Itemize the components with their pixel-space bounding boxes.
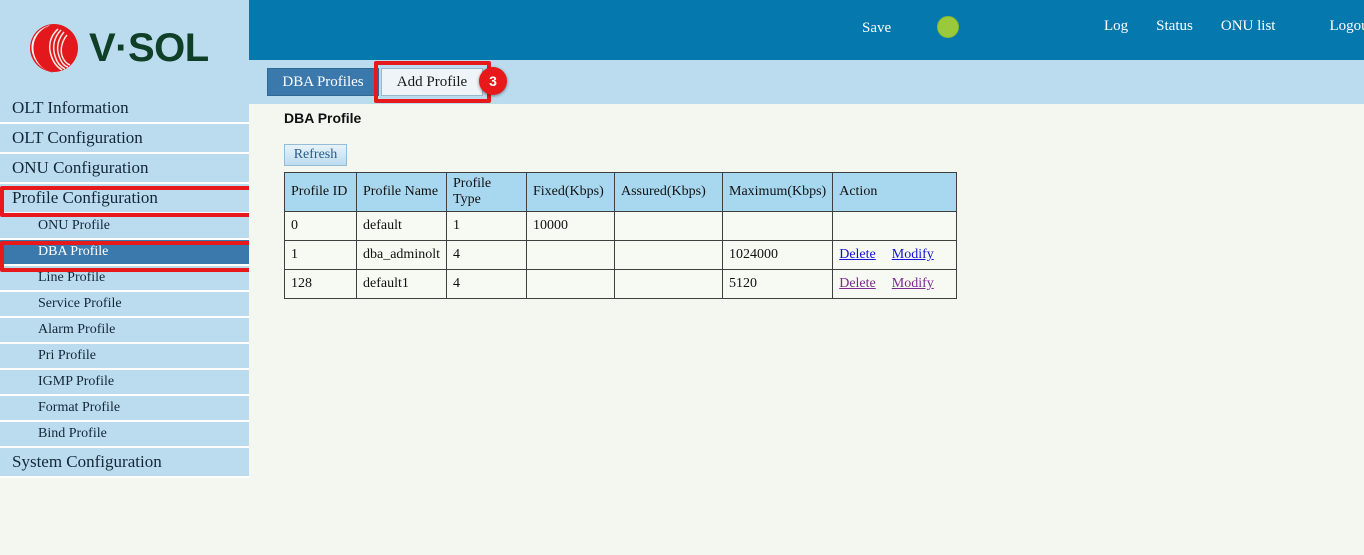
brand-logo-text: V·SOL: [89, 28, 209, 68]
sidebar-item-system-configuration[interactable]: System Configuration: [0, 448, 249, 478]
cell-fixed: [527, 270, 615, 299]
cell-profile-type: 1: [447, 212, 527, 241]
header-link-status[interactable]: Status: [1156, 18, 1193, 35]
header-link-logout[interactable]: Logout: [1329, 18, 1364, 35]
sidebar-item-pri-profile[interactable]: Pri Profile: [0, 344, 249, 370]
sidebar-item-onu-configuration[interactable]: ONU Configuration: [0, 154, 249, 184]
table-row: 1 dba_adminolt 4 1024000 Delete Modify: [285, 241, 957, 270]
cell-actions: [833, 212, 957, 241]
cell-profile-name: default: [357, 212, 447, 241]
cell-profile-name: default1: [357, 270, 447, 299]
sidebar-item-dba-profile[interactable]: DBA Profile: [0, 240, 249, 266]
cell-assured: [615, 212, 723, 241]
refresh-button[interactable]: Refresh: [284, 144, 347, 166]
vsol-swoosh-logo-icon: [24, 20, 80, 76]
sidebar-item-format-profile[interactable]: Format Profile: [0, 396, 249, 422]
sidebar-nav: OLT Information OLT Configuration ONU Co…: [0, 94, 249, 484]
cell-profile-type: 4: [447, 270, 527, 299]
cell-maximum: 1024000: [723, 241, 833, 270]
sidebar-item-onu-profile[interactable]: ONU Profile: [0, 214, 249, 240]
header-link-onu-list[interactable]: ONU list: [1221, 18, 1276, 35]
page-title: DBA Profile: [284, 110, 361, 126]
column-header-fixed: Fixed(Kbps): [527, 173, 615, 212]
sidebar-item-profile-configuration[interactable]: Profile Configuration: [0, 184, 249, 214]
table-row: 0 default 1 10000: [285, 212, 957, 241]
sidebar-item-line-profile[interactable]: Line Profile: [0, 266, 249, 292]
cell-profile-type: 4: [447, 241, 527, 270]
modify-link[interactable]: Modify: [892, 247, 934, 262]
cell-fixed: [527, 241, 615, 270]
olt-web-ui: V·SOL Save Log Status ONU list Logout DB…: [0, 0, 1364, 555]
sidebar-item-service-profile[interactable]: Service Profile: [0, 292, 249, 318]
cell-actions: Delete Modify: [833, 241, 957, 270]
sidebar-item-igmp-profile[interactable]: IGMP Profile: [0, 370, 249, 396]
main-content: DBA Profile Refresh ForoISP Profile ID P…: [249, 104, 1364, 555]
cell-actions: Delete Modify: [833, 270, 957, 299]
table-row: 128 default1 4 5120 Delete Modify: [285, 270, 957, 299]
sidebar-item-olt-information[interactable]: OLT Information: [0, 94, 249, 124]
delete-link[interactable]: Delete: [839, 276, 876, 291]
cell-maximum: [723, 212, 833, 241]
sidebar-item-alarm-profile[interactable]: Alarm Profile: [0, 318, 249, 344]
top-header-bar: Save Log Status ONU list Logout: [249, 0, 1364, 60]
modify-link[interactable]: Modify: [892, 276, 934, 291]
tab-bar: DBA Profiles Add Profile: [249, 60, 1364, 104]
tab-dba-profiles[interactable]: DBA Profiles: [267, 68, 379, 96]
save-button[interactable]: Save: [862, 20, 891, 37]
cell-fixed: 10000: [527, 212, 615, 241]
cell-assured: [615, 241, 723, 270]
logo-panel: V·SOL: [0, 0, 249, 94]
brand-logo[interactable]: V·SOL: [24, 20, 209, 76]
dba-profile-table: Profile ID Profile Name Profile Type Fix…: [284, 172, 957, 299]
table-header-row: Profile ID Profile Name Profile Type Fix…: [285, 173, 957, 212]
column-header-maximum: Maximum(Kbps): [723, 173, 833, 212]
column-header-profile-id: Profile ID: [285, 173, 357, 212]
annotation-badge-3: 3: [479, 67, 507, 95]
cell-profile-id: 0: [285, 212, 357, 241]
column-header-profile-type: Profile Type: [447, 173, 527, 212]
green-status-dot-icon: [937, 16, 959, 38]
cell-profile-id: 128: [285, 270, 357, 299]
header-save-group: Save: [862, 18, 959, 38]
header-link-log[interactable]: Log: [1104, 18, 1128, 35]
cell-profile-id: 1: [285, 241, 357, 270]
column-header-assured: Assured(Kbps): [615, 173, 723, 212]
sidebar-item-bind-profile[interactable]: Bind Profile: [0, 422, 249, 448]
column-header-action: Action: [833, 173, 957, 212]
sidebar-item-olt-configuration[interactable]: OLT Configuration: [0, 124, 249, 154]
cell-assured: [615, 270, 723, 299]
cell-profile-name: dba_adminolt: [357, 241, 447, 270]
header-nav-links: Log Status ONU list Logout: [1104, 18, 1364, 35]
delete-link[interactable]: Delete: [839, 247, 876, 262]
tab-add-profile[interactable]: Add Profile: [381, 68, 483, 96]
cell-maximum: 5120: [723, 270, 833, 299]
column-header-profile-name: Profile Name: [357, 173, 447, 212]
